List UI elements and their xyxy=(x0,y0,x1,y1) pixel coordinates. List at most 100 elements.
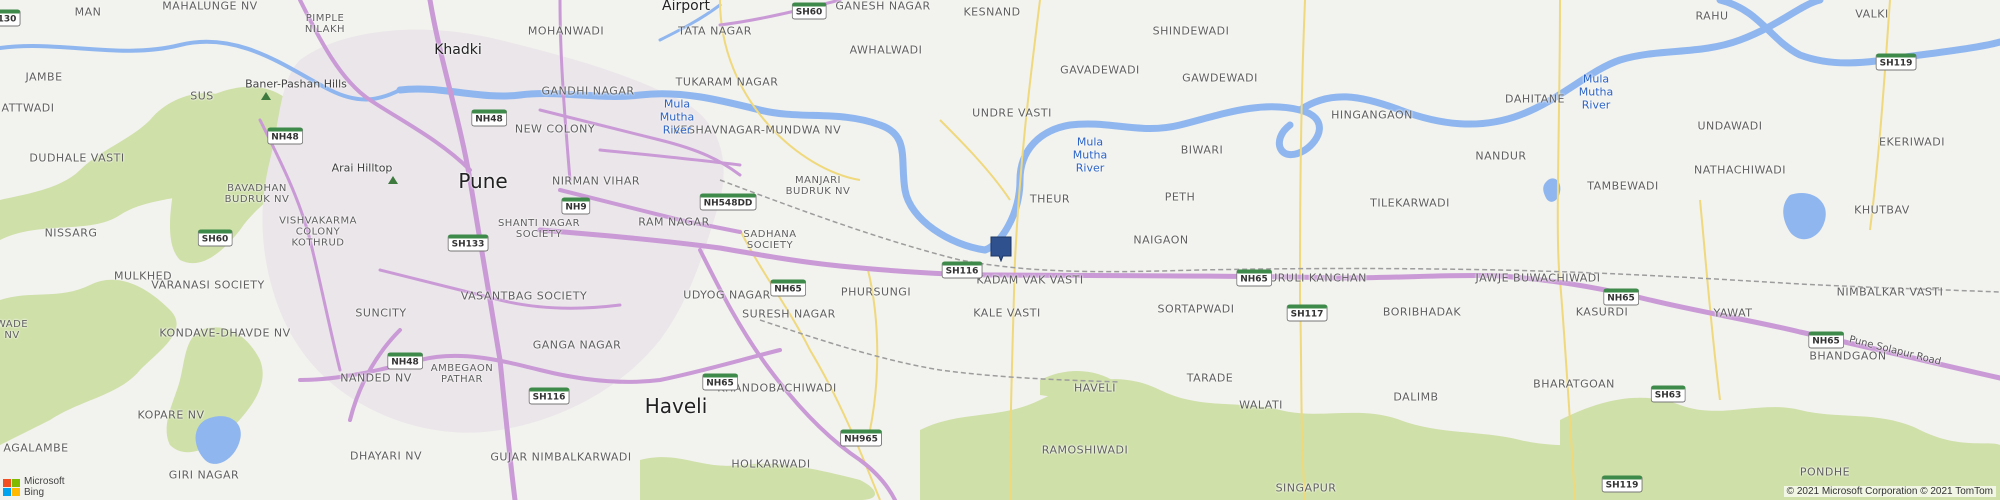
route-shield: SH133 xyxy=(447,234,489,252)
route-shield: SH119 xyxy=(1875,53,1917,71)
place-label-suncity: SUNCITY xyxy=(355,306,407,320)
route-shield: NH9 xyxy=(561,197,591,215)
place-label-tarade: TARADE xyxy=(1186,371,1234,385)
water-label-mula-mutha-river: Mula Mutha River xyxy=(659,97,695,137)
place-label-ekeriwadi: EKERIWADI xyxy=(1878,135,1946,149)
place-label-khadki: Khadki xyxy=(434,42,482,58)
place-label-attwadi: ATTWADI xyxy=(1,101,55,115)
place-label-airport: Airport xyxy=(662,0,710,14)
place-label-tambewadi: TAMBEWADI xyxy=(1587,179,1659,193)
place-label-naigaon: NAIGAON xyxy=(1133,233,1189,247)
place-label-theur: THEUR xyxy=(1029,192,1071,206)
place-label-ambegaon-pathar: AMBEGAON PATHAR xyxy=(430,363,494,385)
route-shield: NH65 xyxy=(1236,269,1272,287)
place-label-dahitane: DAHITANE xyxy=(1505,92,1565,106)
place-label-nissarg: NISSARG xyxy=(44,226,98,240)
place-label-jambe: JAMBE xyxy=(25,70,63,84)
place-label-kasurdi: KASURDI xyxy=(1575,305,1629,319)
place-label-gandhi-nagar: GANDHI NAGAR xyxy=(541,84,635,98)
route-shield: NH65 xyxy=(1808,331,1844,349)
place-label-boribhadak: BORIBHADAK xyxy=(1382,305,1462,319)
poi-label-arai-hilltop[interactable]: Arai Hilltop xyxy=(332,162,393,175)
route-shield: SH116 xyxy=(528,387,570,405)
place-label-pondhe: PONDHE xyxy=(1799,465,1851,479)
poi-label-baner-pashan-hills[interactable]: Baner-Pashan Hills xyxy=(245,78,347,91)
place-label-peth: PETH xyxy=(1164,190,1196,204)
place-label-sortapwadi: SORTAPWADI xyxy=(1157,302,1235,316)
place-label-dalimb: DALIMB xyxy=(1393,390,1439,404)
place-label-dhayari-nv: DHAYARI NV xyxy=(350,449,422,463)
place-label-yawat: YAWAT xyxy=(1713,306,1753,320)
route-shield: NH65 xyxy=(702,373,738,391)
place-label-gawdewadi: GAWDEWADI xyxy=(1182,71,1258,85)
place-label-nanded-nv: NANDED NV xyxy=(340,371,412,385)
place-label-pune: Pune xyxy=(458,169,508,193)
place-label-bavadhan: BAVADHAN BUDRUK NV xyxy=(224,183,290,205)
place-label-holkarwadi: HOLKARWADI xyxy=(731,457,811,471)
place-label-uruli-kanchan: URULI KANCHAN xyxy=(1269,271,1367,285)
place-label-mohanwadi: MOHANWADI xyxy=(527,24,605,38)
place-label-gujar-nimbalkarwadi: GUJAR NIMBALKARWADI xyxy=(490,450,632,464)
place-label-haveli: Haveli xyxy=(644,394,708,418)
place-label-suresh-nagar: SURESH NAGAR xyxy=(742,307,836,321)
place-label-dudhale-vasti: DUDHALE VASTI xyxy=(29,151,125,165)
place-label-wade: WADE NV xyxy=(0,319,29,341)
place-label-nandur: NANDUR xyxy=(1475,149,1527,163)
place-label-ganesh-nagar: GANESH NAGAR xyxy=(835,0,931,13)
place-label-hingangaon: HINGANGAON xyxy=(1331,108,1413,122)
location-pushpin[interactable] xyxy=(990,236,1012,262)
route-shield: NH65 xyxy=(1603,288,1639,306)
place-label-sadhana: SADHANA SOCIETY xyxy=(743,229,797,251)
place-label-vasantbag-society: VASANTBAG SOCIETY xyxy=(460,289,588,303)
place-label-ram-nagar: RAM NAGAR xyxy=(638,215,710,229)
place-label-sus: SUS xyxy=(190,89,214,103)
place-label-shindewadi: SHINDEWADI xyxy=(1152,24,1230,38)
place-label-shanti-nagar: SHANTI NAGAR SOCIETY xyxy=(497,218,581,240)
place-label-nathachiwadi: NATHACHIWADI xyxy=(1694,163,1786,177)
place-label-manjari: MANJARI BUDRUK NV xyxy=(785,175,851,197)
water-label-mula-mutha-river: Mula Mutha River xyxy=(1072,135,1108,175)
route-shield: NH48 xyxy=(267,127,303,145)
route-shield: 130 xyxy=(0,9,21,27)
place-label-awhalwadi: AWHALWADI xyxy=(849,43,923,57)
place-label-kondave-dhavde: KONDAVE-DHAVDE NV xyxy=(159,326,291,340)
place-label-kadam-vak-vasti: KADAM VAK VASTI xyxy=(976,273,1084,287)
logo-text-bing: Bing xyxy=(24,487,45,498)
microsoft-logo-icon xyxy=(3,478,20,496)
place-label-biwari: BIWARI xyxy=(1180,143,1224,157)
place-label-mahalunge: MAHALUNGE NV xyxy=(162,0,258,13)
route-shield: NH65 xyxy=(770,279,806,297)
place-label-valki: VALKI xyxy=(1855,7,1889,21)
route-shield: NH48 xyxy=(471,109,507,127)
route-shield: NH548DD xyxy=(699,193,757,211)
copyright-notice[interactable]: © 2021 Microsoft Corporation © 2021 TomT… xyxy=(1783,486,1996,497)
place-label-kale-vasti: KALE VASTI xyxy=(973,306,1041,320)
peak-icon[interactable] xyxy=(261,92,271,100)
route-shield: SH117 xyxy=(1286,304,1328,322)
place-label-singapur: SINGAPUR xyxy=(1275,481,1337,495)
peak-icon[interactable] xyxy=(388,176,398,184)
place-label-jawje-buwachiwadi: JAWJE BUWACHIWADI xyxy=(1475,271,1601,285)
place-label-ganga-nagar: GANGA NAGAR xyxy=(532,338,622,352)
route-shield: SH63 xyxy=(1650,385,1686,403)
place-label-nimbalkar-vasti: NIMBALKAR VASTI xyxy=(1836,285,1944,299)
place-label-tilekarwadi: TILEKARWADI xyxy=(1370,196,1450,210)
place-label-varanasi-society: VARANASI SOCIETY xyxy=(151,278,265,292)
place-label-haveli-village: HAVELI xyxy=(1074,381,1116,395)
place-label-nirman-vihar: NIRMAN VIHAR xyxy=(551,174,641,188)
place-label-tata-nagar: TATA NAGAR xyxy=(678,24,752,38)
place-label-man: MAN xyxy=(74,5,102,19)
map-canvas[interactable]: MAN MAHALUNGE NV PIMPLE NILAKH MOHANWADI… xyxy=(0,0,2000,500)
bing-logo[interactable]: Microsoft Bing xyxy=(3,476,65,498)
place-label-kopare-nv: KOPARE NV xyxy=(137,408,205,422)
place-label-keshavnagar: KESHAVNAGAR-MUNDWA NV xyxy=(672,123,842,137)
route-shield: NH48 xyxy=(387,352,423,370)
route-shield: SH60 xyxy=(791,2,827,20)
place-label-bharatgoan: BHARATGOAN xyxy=(1533,377,1615,391)
place-label-kesnand: KESNAND xyxy=(963,5,1021,19)
place-label-agalambe: AGALAMBE xyxy=(3,441,69,455)
place-label-pimple-nilakh: PIMPLE NILAKH xyxy=(304,13,346,35)
place-label-rahu: RAHU xyxy=(1695,9,1729,23)
place-label-undawadi: UNDAWADI xyxy=(1697,119,1763,133)
route-shield: SH119 xyxy=(1601,475,1643,493)
